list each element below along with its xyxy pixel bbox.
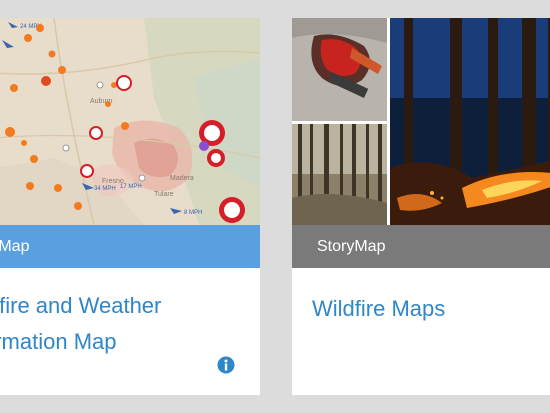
- card-title-line: ormation Map: [0, 329, 117, 354]
- svg-text:Fresno: Fresno: [102, 178, 124, 185]
- card-title-link[interactable]: ldfire and Weather ormation Map: [0, 288, 260, 360]
- item-type-label: b Map: [0, 238, 30, 255]
- svg-text:Tulare: Tulare: [154, 191, 174, 198]
- storymap-card[interactable]: StoryMap Wildfire Maps: [292, 18, 550, 395]
- item-type-bar: b Map: [0, 225, 260, 268]
- storymap-thumbnail[interactable]: [292, 18, 550, 225]
- card-title-link[interactable]: Wildfire Maps: [312, 291, 445, 327]
- item-type-label: StoryMap: [317, 238, 386, 255]
- svg-text:Madera: Madera: [170, 175, 194, 182]
- card-title-line: ldfire and Weather: [0, 293, 162, 318]
- svg-text:8 MPH: 8 MPH: [184, 210, 202, 216]
- svg-text:34 MPH: 34 MPH: [94, 186, 116, 192]
- item-type-bar: StoryMap: [292, 225, 550, 268]
- wildfire-map-image: 24 MPH 34 MPH 17 MPH 8 MPH Auburn Madera…: [0, 18, 260, 225]
- info-icon[interactable]: [217, 356, 235, 374]
- web-map-card[interactable]: 24 MPH 34 MPH 17 MPH 8 MPH Auburn Madera…: [0, 18, 260, 395]
- map-thumbnail[interactable]: 24 MPH 34 MPH 17 MPH 8 MPH Auburn Madera…: [0, 18, 260, 225]
- wildfire-collage-image: [292, 18, 550, 225]
